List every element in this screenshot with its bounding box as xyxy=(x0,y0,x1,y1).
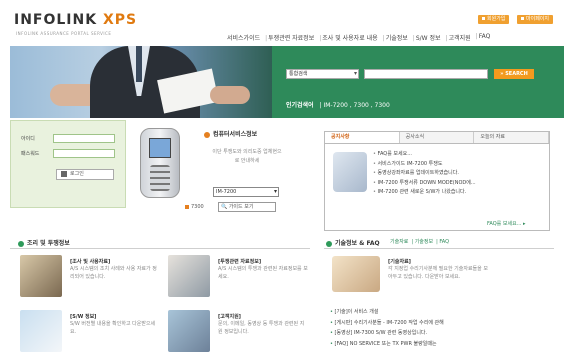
password-label: 패스워드 xyxy=(21,151,40,157)
id-label: 아이디 xyxy=(21,136,35,142)
faq-item[interactable]: [FAQ] NO SERVICE 또는 TX PWR 불량일때는 xyxy=(330,339,444,350)
card-description: A/S 시스템의 투쟁과 관련된 자료정보를 보세요. xyxy=(218,266,308,280)
right-section-title: 기술정보 & FAQ xyxy=(326,238,380,247)
popular-searches: 인기검색어 | IM-7200 , 7300 , 7300 xyxy=(286,102,390,109)
card-title[interactable]: [조사 및 사용자료] xyxy=(70,258,110,265)
model-select[interactable]: IM-7200 xyxy=(213,187,279,197)
hero-photo xyxy=(10,46,272,118)
tab-tech-materials[interactable]: 기술자료 xyxy=(390,239,408,245)
tech-feature-image[interactable] xyxy=(332,256,380,292)
search-button[interactable]: » SEARCH xyxy=(494,69,534,79)
card-image[interactable] xyxy=(168,255,210,297)
card-title[interactable]: [고객지원] xyxy=(218,313,241,320)
news-more-label: FAQ를 보세요... xyxy=(487,221,522,227)
news-tabs: 공지사항 공사소식 오늘의 자료 xyxy=(325,132,550,144)
tab-tech-info[interactable]: 기술정보 xyxy=(415,239,433,245)
tech-feature-description: 각 지정업 수리기사분께 필요한 기술자료들을 모아두고 있습니다. 다운받아 … xyxy=(388,266,488,280)
left-section-title: 조리 및 투쟁정보 xyxy=(18,238,70,247)
global-nav: 서비스가이드 투쟁관련 자료정보 조사 및 사용자료 내용 기술정보 S/W 정… xyxy=(226,33,495,42)
news-item[interactable]: IM-7200 관련 새로운 S/W가 나왔습니다. xyxy=(373,188,543,198)
phone-keypad xyxy=(150,165,170,191)
tab-today-materials[interactable]: 오늘의 자료 xyxy=(474,132,550,143)
model-code: 7300 xyxy=(185,204,204,210)
hero-photo-tie xyxy=(136,46,142,82)
promo-title-text: 컴퓨터서비스정보 xyxy=(213,131,258,138)
phone-screen xyxy=(149,138,171,158)
news-illustration xyxy=(333,152,367,192)
mypage-button[interactable]: 마이페이지 xyxy=(517,15,554,24)
faq-item[interactable]: [동영상] IM-7300 S/W 관련 동영상입니다. xyxy=(330,328,444,339)
bullet-dot-icon xyxy=(326,240,332,247)
promo-title: 컴퓨터서비스정보 xyxy=(204,129,257,138)
news-item[interactable]: IM-7200 투쟁서류 DOWN MODE(NOD에... xyxy=(373,179,543,189)
tech-feature-title[interactable]: [기술자료] xyxy=(388,258,411,265)
lock-icon xyxy=(61,170,67,177)
left-section-title-text: 조리 및 투쟁정보 xyxy=(27,240,70,247)
news-item[interactable]: 동영상강좌자료를 업데이트하였습니다. xyxy=(373,169,543,179)
tab-notice[interactable]: 공지사항 xyxy=(325,132,400,143)
card-image[interactable] xyxy=(20,255,62,297)
popular-terms[interactable]: IM-7200 , 7300 , 7300 xyxy=(323,102,389,109)
news-more-link[interactable]: FAQ를 보세요... ▸ xyxy=(487,220,526,227)
site-logo[interactable]: INFOLINK XPS xyxy=(14,12,137,28)
signup-label: 회원가입 xyxy=(487,16,506,22)
search-category-select[interactable]: 통합검색 xyxy=(286,69,359,79)
bullet-dot-icon xyxy=(18,240,24,247)
hero-banner: 통합검색 » SEARCH 인기검색어 | IM-7200 , 7300 , 7… xyxy=(10,46,564,118)
logo-main: INFOLINK xyxy=(14,12,98,28)
news-list: FAQ를 보세요... 서비스가이드 IM-7200 투쟁도 동영상강좌자료를 … xyxy=(373,150,543,198)
id-field[interactable] xyxy=(53,134,115,143)
card-title[interactable]: [투쟁관련 자료정보] xyxy=(218,258,261,265)
search-button-label: SEARCH xyxy=(505,71,528,77)
card-description: S/W 버전별 내용을 확인하고 다운받으세요. xyxy=(70,321,156,335)
hero-photo-hand xyxy=(210,86,250,104)
nav-item-materials[interactable]: 투쟁관련 자료정보 xyxy=(265,33,314,42)
card-image[interactable] xyxy=(20,310,62,352)
password-field[interactable] xyxy=(53,149,115,158)
card-title[interactable]: [S/W 정보] xyxy=(70,313,96,320)
login-box: 아이디 패스워드 로그인 xyxy=(10,120,126,208)
news-panel: 공지사항 공사소식 오늘의 자료 FAQ를 보세요... 서비스가이드 IM-7… xyxy=(324,131,550,231)
nav-item-research[interactable]: 조사 및 사용자료 내용 xyxy=(319,33,377,42)
bullet-dot-icon xyxy=(204,131,210,138)
square-icon xyxy=(521,17,524,20)
right-section-title-text: 기술정보 & FAQ xyxy=(335,240,380,247)
faq-item[interactable]: [게시판] 수리기사분들 - IM-7200 작업 수리에 관해 xyxy=(330,318,444,329)
popular-label: 인기검색어 xyxy=(286,102,314,109)
tab-faq[interactable]: FAQ xyxy=(439,239,449,245)
card-description: 문의, 이메일, 동영상 등 투쟁과 관련된 지원 정보입니다. xyxy=(218,321,305,335)
guide-button-label: 가이드 보기 xyxy=(228,204,254,210)
mypage-label: 마이페이지 xyxy=(526,16,550,22)
nav-item-sw-info[interactable]: S/W 정보 xyxy=(413,33,441,42)
nav-item-support[interactable]: 고객지원 xyxy=(446,33,471,42)
square-icon xyxy=(482,17,485,20)
promo-description: 이단 투쟁도와 의리도중 업체현으로 안내하세 xyxy=(212,149,282,164)
divider xyxy=(10,248,310,249)
signup-button[interactable]: 회원가입 xyxy=(478,15,510,24)
faq-list: [기술]이 서비스 개설 [게시판] 수리기사분들 - IM-7200 작업 수… xyxy=(330,307,444,349)
news-item[interactable]: FAQ를 보세요... xyxy=(373,150,543,160)
logo-accent: XPS xyxy=(102,12,138,28)
faq-tabs: 기술자료 | 기술정보 | FAQ xyxy=(390,239,450,245)
nav-item-faq[interactable]: FAQ xyxy=(476,33,491,42)
phone-image xyxy=(140,128,180,198)
nav-item-tech-info[interactable]: 기술정보 xyxy=(383,33,408,42)
logo-tagline: INFOLINK ASSURANCE PORTAL SERVICE xyxy=(16,31,112,36)
tab-company-news[interactable]: 공사소식 xyxy=(399,132,475,143)
news-item[interactable]: 서비스가이드 IM-7200 투쟁도 xyxy=(373,160,543,170)
divider xyxy=(324,248,554,249)
card-description: A/S 시스템의 조치 사례와 사용 자료가 정리되어 있습니다. xyxy=(70,266,157,280)
nav-item-service-guide[interactable]: 서비스가이드 xyxy=(226,33,260,42)
search-input[interactable] xyxy=(364,69,488,79)
model-code-text: 7300 xyxy=(191,204,204,210)
square-icon xyxy=(185,204,189,209)
login-button[interactable]: 로그인 xyxy=(56,169,114,180)
guide-button[interactable]: 🔍 가이드 보기 xyxy=(218,202,276,212)
faq-item[interactable]: [기술]이 서비스 개설 xyxy=(330,307,444,318)
card-image[interactable] xyxy=(168,310,210,352)
login-button-label: 로그인 xyxy=(70,171,84,177)
